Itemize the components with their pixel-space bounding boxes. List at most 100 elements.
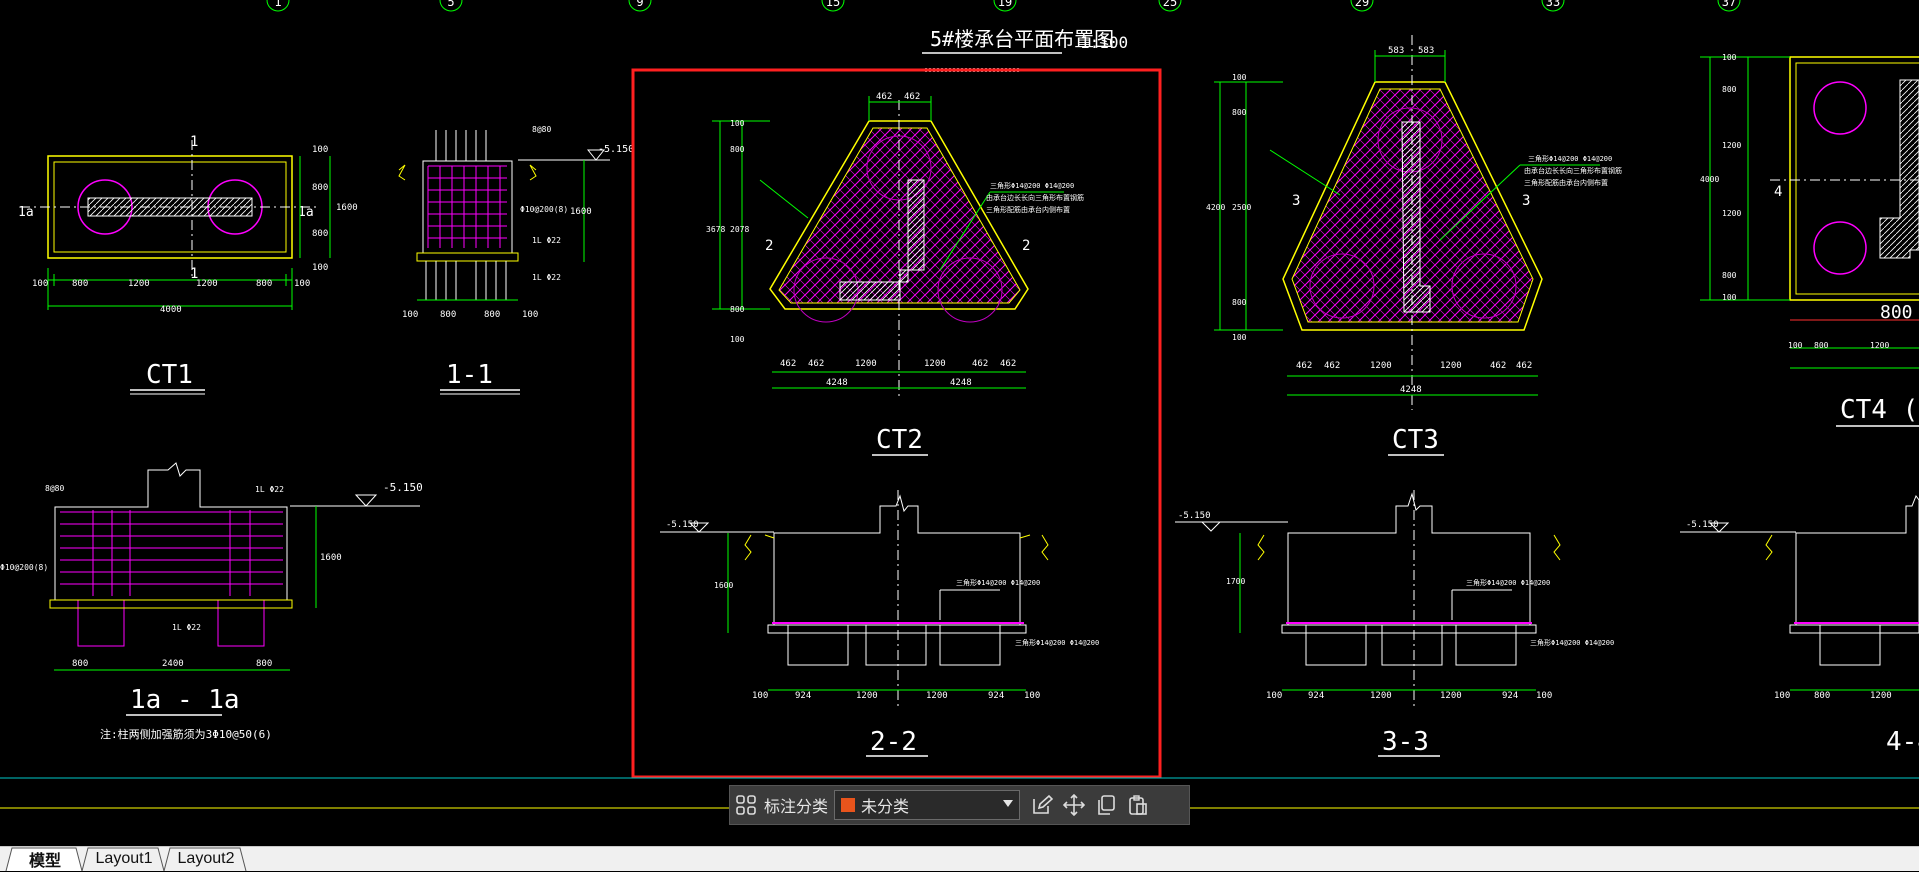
- svg-text:1600: 1600: [714, 581, 733, 590]
- svg-text:800: 800: [256, 279, 272, 289]
- svg-text:9: 9: [636, 0, 643, 9]
- detail-title-1a-1a: 1a - 1a: [130, 685, 240, 715]
- svg-text:-5.150: -5.150: [666, 520, 699, 530]
- svg-text:1200: 1200: [1722, 209, 1741, 218]
- svg-text:800: 800: [730, 145, 745, 154]
- copy-button[interactable]: [1090, 789, 1122, 821]
- category-value: 未分类: [861, 799, 910, 816]
- svg-text:462: 462: [1516, 361, 1532, 371]
- detail-title-ct1: CT1: [146, 360, 193, 390]
- paste-icon: [1129, 795, 1147, 815]
- svg-text:1L Φ22: 1L Φ22: [172, 623, 201, 632]
- detail-section-1a-1a[interactable]: -5.150 8@80 1L Φ22 1L Φ22 Φ10@200(8) 800…: [0, 462, 423, 741]
- sheet-title-block: 5#楼承台平面布置图 1:100: [922, 27, 1128, 72]
- svg-text:800: 800: [730, 305, 745, 314]
- detail-title-ct4: CT4 (C: [1840, 395, 1919, 425]
- svg-text:3: 3: [1522, 193, 1530, 209]
- svg-text:800: 800: [440, 310, 456, 320]
- svg-text:15: 15: [826, 0, 840, 9]
- svg-text:462: 462: [1296, 361, 1312, 371]
- svg-text:100: 100: [730, 119, 745, 128]
- svg-text:800: 800: [1232, 298, 1247, 307]
- svg-text:583: 583: [1418, 46, 1434, 56]
- svg-text:三角形Φ14@200 Φ14@200: 三角形Φ14@200 Φ14@200: [956, 578, 1040, 587]
- svg-text:100: 100: [312, 145, 328, 155]
- copy-icon: [1098, 795, 1115, 815]
- svg-text:800: 800: [312, 183, 328, 193]
- svg-text:-5.150: -5.150: [383, 481, 423, 494]
- svg-text:1600: 1600: [320, 553, 342, 563]
- svg-text:Φ10@200(8): Φ10@200(8): [0, 563, 48, 572]
- tab-model[interactable]: 模型: [14, 847, 76, 871]
- detail-ct2[interactable]: 2 2 462 462 462 462 1200 1200 462 462 42…: [706, 92, 1084, 456]
- svg-text:800: 800: [484, 310, 500, 320]
- svg-text:800: 800: [1722, 271, 1737, 280]
- detail-section-3-3[interactable]: -5.150 三角形Φ14@200 Φ14@200 三角形Φ14@200 Φ14…: [1175, 490, 1614, 757]
- svg-text:100: 100: [752, 691, 768, 701]
- svg-text:800: 800: [1232, 108, 1247, 117]
- move-button[interactable]: [1058, 789, 1090, 821]
- grid-bubble: 9: [628, 0, 652, 12]
- category-select[interactable]: 未分类: [834, 790, 1021, 820]
- svg-text:1200: 1200: [196, 279, 218, 289]
- svg-text:1200: 1200: [1440, 361, 1462, 371]
- svg-text:三角形Φ14@200 Φ14@200: 三角形Φ14@200 Φ14@200: [1466, 578, 1550, 587]
- svg-text:100: 100: [1788, 341, 1803, 350]
- detail-section-4-4[interactable]: -5.150 100 800 1200 4-4: [1680, 494, 1919, 757]
- svg-text:三角形Φ14@200 Φ14@200: 三角形Φ14@200 Φ14@200: [990, 181, 1074, 190]
- svg-text:100: 100: [1232, 73, 1247, 82]
- annotation-toolbar: 标注分类 未分类: [729, 785, 1190, 825]
- paste-button[interactable]: [1122, 789, 1154, 821]
- grid-bubble: 29: [1350, 0, 1374, 12]
- svg-text:924: 924: [988, 691, 1004, 701]
- svg-text:三角形Φ14@200 Φ14@200: 三角形Φ14@200 Φ14@200: [1015, 638, 1099, 647]
- svg-text:4000: 4000: [1700, 175, 1719, 184]
- tab-layout1[interactable]: Layout1: [90, 847, 158, 871]
- svg-text:462: 462: [1324, 361, 1340, 371]
- grid-bubble: 15: [821, 0, 845, 12]
- svg-text:462: 462: [1000, 359, 1016, 369]
- drawing-canvas[interactable]: 1 5 9 15 19 25 29 33 37 5#楼承台平面布置图 1:100…: [0, 0, 1919, 846]
- detail-ct4[interactable]: 4 800 100 800 1200 1200 800 100 4000 100…: [1700, 53, 1919, 427]
- svg-text:19: 19: [998, 0, 1012, 9]
- svg-text:2: 2: [765, 238, 773, 254]
- detail-ct1[interactable]: 1 1 1a 1a 100 800 1200 1200 800 100 4000…: [18, 134, 358, 395]
- svg-text:1600: 1600: [570, 207, 592, 217]
- detail-title-4-4: 4-4: [1886, 727, 1919, 757]
- svg-text:2400: 2400: [162, 659, 184, 669]
- svg-text:-5.150: -5.150: [598, 144, 634, 155]
- svg-text:3: 3: [1292, 193, 1300, 209]
- detail-title-ct3: CT3: [1392, 425, 1439, 455]
- svg-text:100: 100: [1266, 691, 1282, 701]
- svg-text:800: 800: [72, 279, 88, 289]
- svg-text:1: 1: [274, 0, 281, 9]
- move-icon: [1063, 794, 1086, 816]
- tab-layout2[interactable]: Layout2: [172, 847, 240, 871]
- svg-text:1200: 1200: [1370, 361, 1392, 371]
- svg-text:4248: 4248: [1400, 385, 1422, 395]
- detail-section-1-1[interactable]: -5.150 8@80 Φ10@200(8) 1L Φ22 1L Φ22 100…: [398, 125, 634, 395]
- svg-text:924: 924: [1308, 691, 1324, 701]
- category-color-swatch: [841, 798, 856, 812]
- svg-text:5: 5: [447, 0, 454, 9]
- svg-text:1200: 1200: [926, 691, 948, 701]
- svg-text:1200: 1200: [1870, 691, 1892, 701]
- detail-ct3[interactable]: 3 3 583 583 462 462 1200 1200 462 462 42…: [1206, 35, 1622, 456]
- svg-text:1L Φ22: 1L Φ22: [532, 236, 561, 245]
- svg-text:1700: 1700: [1226, 577, 1245, 586]
- svg-text:-5.150: -5.150: [1178, 511, 1211, 521]
- sheet-scale: 1:100: [1080, 33, 1128, 52]
- grid-bubble: 19: [993, 0, 1017, 12]
- svg-text:100: 100: [1722, 293, 1737, 302]
- chevron-down-icon: [1003, 800, 1014, 807]
- detail-title-1-1: 1-1: [446, 360, 493, 390]
- svg-text:462: 462: [808, 359, 824, 369]
- detail-section-2-2[interactable]: -5.150 三角形Φ14@200 Φ14@200 三角形Φ14@200 Φ14…: [660, 490, 1099, 757]
- grid-view-button[interactable]: [730, 789, 762, 821]
- grid-bubble: 33: [1541, 0, 1565, 12]
- edit-button[interactable]: [1026, 789, 1058, 821]
- svg-text:三角形配筋由承台内侧布置: 三角形配筋由承台内侧布置: [986, 205, 1070, 214]
- svg-text:37: 37: [1722, 0, 1736, 9]
- grid-bubble: 25: [1158, 0, 1182, 12]
- svg-text:4248: 4248: [826, 378, 848, 388]
